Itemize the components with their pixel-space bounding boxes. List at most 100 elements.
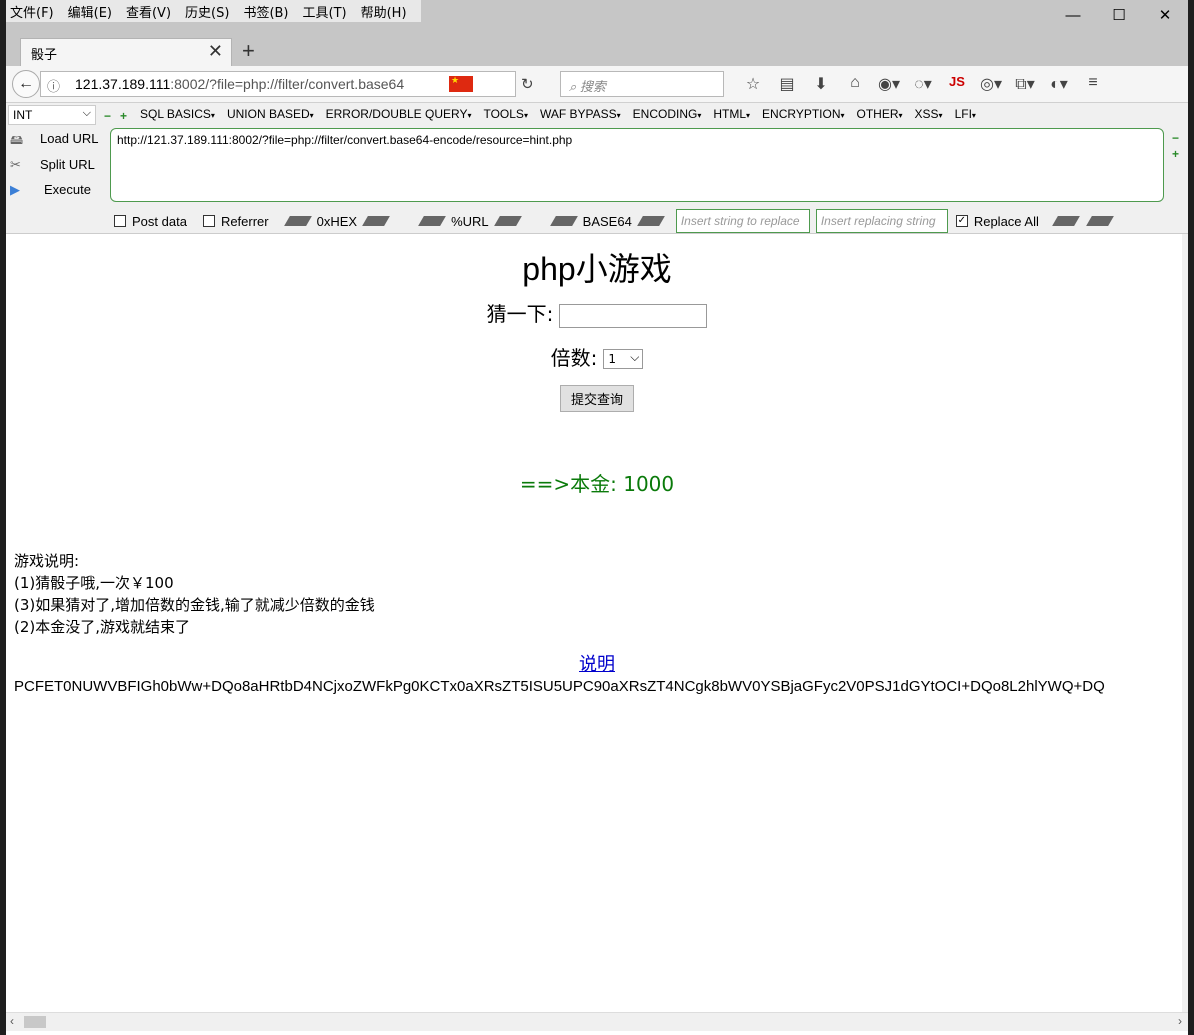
download-icon[interactable]: ⬇ xyxy=(804,74,838,94)
minimize-button[interactable]: — xyxy=(1050,0,1096,30)
replace-string-input[interactable]: Insert string to replace xyxy=(675,209,810,233)
hackbar-menu-union-based[interactable]: UNION BASED xyxy=(227,107,314,121)
explanation-link[interactable]: 说明 xyxy=(6,650,1188,676)
description-line: (1)猜骰子哦,一次￥100 xyxy=(14,574,174,592)
execute-icon: ▶ xyxy=(10,182,20,197)
hackbar-menu-encoding[interactable]: ENCODING xyxy=(633,107,702,121)
execute-button[interactable]: ▶ Execute xyxy=(10,182,91,198)
translate-icon[interactable]: ◐▾ xyxy=(1042,74,1076,94)
hackbar-menu-error-double-query[interactable]: ERROR/DOUBLE QUERY xyxy=(326,107,472,121)
guess-row: 猜一下: xyxy=(6,298,1188,328)
reload-icon[interactable]: ↻ xyxy=(521,75,534,93)
scissors-icon: ✂ xyxy=(10,157,21,172)
address-host: 121.37.189.111 xyxy=(75,76,171,92)
menu-bookmarks[interactable]: 书签(B) xyxy=(243,2,288,21)
menu-history[interactable]: 历史(S) xyxy=(185,2,229,21)
back-arrow-icon: ← xyxy=(18,75,34,92)
hackbar-menu-encryption[interactable]: ENCRYPTION xyxy=(762,107,844,121)
multiplier-row: 倍数: 1 xyxy=(6,342,1188,371)
palette-icon[interactable]: ◌▾ xyxy=(906,74,940,94)
js-toggle-icon[interactable]: JS xyxy=(940,74,974,94)
guess-input[interactable] xyxy=(559,303,708,328)
home-icon[interactable]: ⌂ xyxy=(838,74,872,94)
replace-arrow-icon[interactable] xyxy=(1051,216,1080,226)
hex-label: 0xHEX xyxy=(316,213,358,229)
hex-encode-arrow-icon[interactable] xyxy=(362,216,390,226)
post-data-checkbox[interactable] xyxy=(114,215,126,227)
base64-encode-arrow-icon[interactable] xyxy=(636,216,665,226)
hackbar-panel: 🖴 Load URL ✂ Split URL ▶ Execute http://121… xyxy=(6,127,1188,234)
bookmark-star-icon[interactable]: ☆ xyxy=(736,74,770,94)
replacing-string-input[interactable]: Insert replacing string xyxy=(815,209,948,233)
address-path: :8002/?file=php://filter/convert.base64 xyxy=(170,76,405,92)
address-bar[interactable]: ⓘ 121.37.189.111:8002/?file=php://filter… xyxy=(40,71,534,97)
page-title: php小游戏 xyxy=(522,251,672,287)
url-encode-arrow-icon[interactable] xyxy=(493,216,522,226)
menu-help[interactable]: 帮助(H) xyxy=(361,2,407,21)
split-url-button[interactable]: ✂ Split URL xyxy=(10,157,95,173)
base64-label: BASE64 xyxy=(582,213,632,229)
hackbar-url-field[interactable]: http://121.37.189.111:8002/?file=php://f… xyxy=(110,128,1164,202)
load-url-icon: 🖴 xyxy=(10,132,24,147)
browser-window: — ☐ ✕ 文件(F) 编辑(E) 查看(V) 历史(S) 书签(B) 工具(T… xyxy=(6,0,1188,1035)
back-button[interactable]: ← xyxy=(12,70,40,98)
hackbar-menu-lfi[interactable]: LFI xyxy=(955,107,976,121)
close-button[interactable]: ✕ xyxy=(1142,0,1188,30)
maximize-button[interactable]: ☐ xyxy=(1096,0,1142,30)
hackbar-type-select[interactable]: INT xyxy=(8,104,96,125)
menu-view[interactable]: 查看(V) xyxy=(126,2,171,21)
search-box[interactable]: ⌕ 搜索 xyxy=(560,71,724,97)
new-tab-button[interactable]: + xyxy=(242,38,255,64)
proxy-icon[interactable]: ◎▾ xyxy=(974,74,1008,94)
scroll-right-icon[interactable]: › xyxy=(1178,1014,1182,1028)
minus-icon[interactable]: − xyxy=(104,109,111,123)
hackbar-menus: SQL BASICS UNION BASED ERROR/DOUBLE QUER… xyxy=(140,107,988,121)
url-decode-arrow-icon[interactable] xyxy=(418,216,446,226)
referrer-label: Referrer xyxy=(220,213,269,229)
menu-edit[interactable]: 编辑(E) xyxy=(68,2,112,21)
hackbar-menu-other[interactable]: OTHER xyxy=(857,107,903,121)
hackbar-options: Post data Referrer 0xHEX %URL BASE64 Ins… xyxy=(114,209,1119,233)
hackbar-menu-bar: INT − + SQL BASICS UNION BASED ERROR/DOU… xyxy=(6,103,1188,127)
hackbar-menu-tools[interactable]: TOOLS xyxy=(483,107,527,121)
money-display: ==>本金: 1000 xyxy=(519,471,675,496)
replace-all-checkbox[interactable]: ✓ xyxy=(955,215,968,227)
post-data-label: Post data xyxy=(132,213,187,229)
hex-decode-arrow-icon[interactable] xyxy=(283,216,312,226)
china-flag-icon xyxy=(449,75,473,92)
tab-title: 骰子 xyxy=(31,48,58,63)
extensions-icon[interactable]: ⧉▾ xyxy=(1008,74,1042,94)
hackbar-menu-waf-bypass[interactable]: WAF BYPASS xyxy=(540,107,621,121)
menu-file[interactable]: 文件(F) xyxy=(10,2,54,21)
referrer-checkbox[interactable] xyxy=(202,215,215,227)
shrink-icon[interactable]: − xyxy=(1172,131,1179,145)
hackbar-menu-xss[interactable]: XSS xyxy=(915,107,943,121)
hamburger-menu-icon[interactable]: ≡ xyxy=(1076,74,1110,94)
multiplier-select[interactable]: 1 xyxy=(603,348,644,369)
scroll-left-icon[interactable]: ‹ xyxy=(10,1014,14,1028)
scroll-thumb[interactable] xyxy=(24,1016,46,1028)
tab-dice[interactable]: 骰子 ✕ xyxy=(20,38,232,66)
menu-bar: 文件(F) 编辑(E) 查看(V) 历史(S) 书签(B) 工具(T) 帮助(H… xyxy=(6,0,421,22)
hackbar-menu-sql-basics[interactable]: SQL BASICS xyxy=(140,107,215,121)
plus-icon[interactable]: + xyxy=(120,109,127,123)
load-url-button[interactable]: 🖴 Load URL xyxy=(10,131,99,153)
menu-tools[interactable]: 工具(T) xyxy=(303,2,347,21)
guess-label: 猜一下: xyxy=(486,302,554,326)
vertical-scrollbar[interactable] xyxy=(1182,234,1188,1012)
tab-close-icon[interactable]: ✕ xyxy=(208,41,223,62)
addon-icon[interactable]: ◉▾ xyxy=(872,74,906,94)
hackbar-menu-html[interactable]: HTML xyxy=(713,107,750,121)
site-info-icon[interactable]: ⓘ xyxy=(47,76,60,95)
base64-decode-arrow-icon[interactable] xyxy=(549,216,578,226)
replace-run-arrow-icon[interactable] xyxy=(1085,216,1114,226)
horizontal-scrollbar[interactable]: ‹ › xyxy=(6,1012,1188,1031)
toolbar-icons: ☆ ▤ ⬇ ⌂ ◉▾ ◌▾ JS ◎▾ ⧉▾ ◐▾ ≡ xyxy=(736,74,1110,94)
navigation-toolbar: ← ⓘ 121.37.189.111:8002/?file=php://filt… xyxy=(6,66,1188,103)
reading-list-icon[interactable]: ▤ xyxy=(770,74,804,94)
description-line: (2)本金没了,游戏就结束了 xyxy=(14,618,191,636)
description-title: 游戏说明: xyxy=(14,552,80,570)
replace-all-label: Replace All xyxy=(973,213,1039,229)
submit-button[interactable]: 提交查询 xyxy=(559,384,634,412)
expand-icon[interactable]: + xyxy=(1172,147,1179,161)
